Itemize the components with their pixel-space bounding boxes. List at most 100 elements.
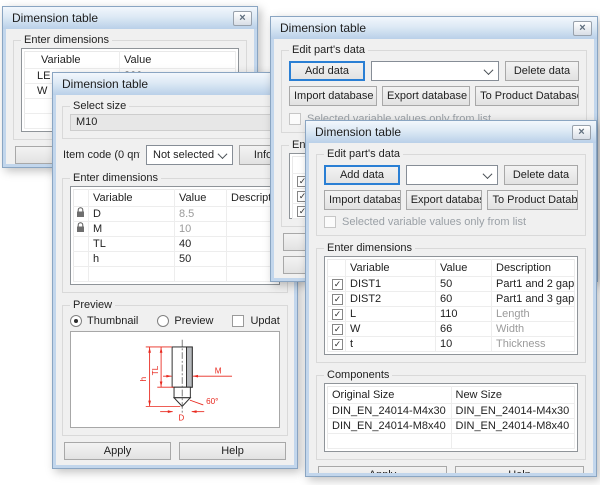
item-code-combobox[interactable]: Not selected <box>146 145 233 165</box>
cell-value: 110 <box>436 307 492 322</box>
check-icon: ✓ <box>334 295 342 304</box>
table-row[interactable]: ✓ t 10 Thickness <box>328 337 575 352</box>
window-title: Dimension table <box>62 77 273 91</box>
radio-dot <box>70 315 82 327</box>
export-database-button[interactable]: Export database <box>406 190 483 210</box>
preview-radio[interactable]: Preview <box>157 315 213 327</box>
checkbox[interactable]: ✓ <box>332 339 343 350</box>
radio-label: Thumbnail <box>87 315 138 327</box>
column-header: Original Size <box>328 387 452 404</box>
table-row[interactable]: DIN_EN_24014-M8x40 DIN_EN_24014-M8x40 <box>328 419 575 434</box>
help-button[interactable]: Help <box>179 442 286 460</box>
to-product-database-button[interactable]: To Product Database <box>487 190 578 210</box>
cell-value: 40 <box>175 237 227 252</box>
check-icon: ✓ <box>334 280 342 289</box>
dimensions-table: Variable Value Description D <box>70 186 280 285</box>
components-group: Components Original Size New Size DIN_EN… <box>316 369 586 460</box>
checkbox-box <box>232 315 244 327</box>
close-button[interactable]: × <box>572 125 591 140</box>
window-title: Dimension table <box>280 21 573 35</box>
close-button[interactable]: × <box>573 21 592 36</box>
cancel-button[interactable]: Cancel <box>179 465 286 468</box>
add-data-button[interactable]: Add data <box>289 61 365 81</box>
cell-variable: TL <box>89 237 175 252</box>
table-row[interactable]: ✓ L 110 Length <box>328 307 575 322</box>
dialog-dimension-table-2: Dimension table × Select size M10 Item c… <box>52 72 298 469</box>
titlebar[interactable]: Dimension table × <box>306 121 596 143</box>
radio-label: Preview <box>174 315 213 327</box>
table-row[interactable]: TL 40 <box>74 237 277 252</box>
window-title: Dimension table <box>315 125 572 139</box>
titlebar[interactable]: Dimension table × <box>53 73 297 95</box>
dim-label-h: h <box>139 377 148 382</box>
help-button[interactable]: Help <box>455 466 584 476</box>
preview-group: Preview Thumbnail Preview Update preview… <box>62 299 288 436</box>
group-label: Edit part's data <box>289 44 368 56</box>
import-database-button[interactable]: Import database <box>289 86 377 106</box>
ok-button[interactable]: OK <box>64 465 171 468</box>
cell-value: 50 <box>436 277 492 292</box>
checkbox[interactable]: ✓ <box>332 294 343 305</box>
table-row[interactable]: ✓ DIST2 60 Part1 and 3 gap <box>328 292 575 307</box>
cell-variable: L <box>346 307 436 322</box>
cell-new-size: DIN_EN_24014-M8x40 <box>451 419 575 434</box>
table-row[interactable]: M 10 <box>74 222 277 237</box>
cell-variable: D <box>89 207 175 222</box>
cell-variable: DIST1 <box>346 277 436 292</box>
select-size-group: Select size M10 <box>62 100 288 139</box>
export-database-button[interactable]: Export database <box>382 86 470 106</box>
checkbox-box <box>289 113 301 125</box>
screw-preview-drawing: h TL M D 60° <box>71 332 279 428</box>
cell-variable: W <box>346 322 436 337</box>
titlebar[interactable]: Dimension table × <box>271 17 597 39</box>
table-row[interactable]: DIN_EN_24014-M4x30 DIN_EN_24014-M4x30 <box>328 404 575 419</box>
selected-values-checkbox[interactable]: Selected variable values only from list <box>324 216 578 228</box>
dimensions-table: Variable Value Description ✓ DIST1 50 Pa… <box>324 256 578 355</box>
thumbnail-radio[interactable]: Thumbnail <box>70 315 138 327</box>
close-button[interactable]: × <box>233 11 252 26</box>
to-product-database-button[interactable]: To Product Database <box>475 86 579 106</box>
size-field[interactable]: M10 <box>70 114 280 131</box>
titlebar[interactable]: Dimension table × <box>3 7 257 29</box>
preview-canvas[interactable]: h TL M D 60° <box>70 331 280 428</box>
add-data-button[interactable]: Add data <box>324 165 400 185</box>
window-title: Dimension table <box>12 11 233 25</box>
chevron-down-icon <box>483 169 493 179</box>
check-icon: ✓ <box>334 340 342 349</box>
checkbox[interactable]: ✓ <box>332 324 343 335</box>
data-combobox[interactable] <box>371 61 499 81</box>
table-row[interactable]: h 50 <box>74 252 277 267</box>
delete-data-button[interactable]: Delete data <box>504 165 578 185</box>
update-preview-checkbox[interactable]: Update preview automatic <box>232 315 280 327</box>
checkbox[interactable]: ✓ <box>332 309 343 320</box>
chevron-down-icon <box>484 65 494 75</box>
table-row[interactable]: ✓ W 66 Width <box>328 322 575 337</box>
edit-parts-data-group: Edit part's data Add data Delete data Im… <box>316 148 586 236</box>
apply-button[interactable]: Apply <box>318 466 447 476</box>
close-icon: × <box>578 127 584 138</box>
apply-button[interactable]: Apply <box>64 442 171 460</box>
delete-data-button[interactable]: Delete data <box>505 61 579 81</box>
table-row[interactable]: ✓ DIST1 50 Part1 and 2 gap <box>328 277 575 292</box>
import-database-button[interactable]: Import database <box>324 190 401 210</box>
dialog-dimension-table-4: Dimension table × Edit part's data Add d… <box>305 120 597 477</box>
cell-variable: h <box>89 252 175 267</box>
cell-description: Part1 and 3 gap <box>492 292 575 307</box>
dim-label-d: D <box>178 413 184 422</box>
column-header: New Size <box>451 387 575 404</box>
group-label: Enter dimensions <box>324 242 415 254</box>
column-header: Description <box>227 190 277 207</box>
table-row[interactable]: D 8.5 <box>74 207 277 222</box>
enter-dimensions-group: Enter dimensions Variable Value Descript… <box>62 172 288 293</box>
dim-label-m: M <box>215 366 222 375</box>
data-combobox[interactable] <box>406 165 498 185</box>
cell-value: 60 <box>436 292 492 307</box>
screen: Dimension table × Enter dimensions Varia… <box>0 0 600 485</box>
cell-new-size: DIN_EN_24014-M4x30 <box>451 404 575 419</box>
checkbox[interactable]: ✓ <box>332 279 343 290</box>
cell-description: Part1 and 2 gap <box>492 277 575 292</box>
radio-dot <box>157 315 169 327</box>
cell-variable: M <box>89 222 175 237</box>
dim-label-tl: TL <box>151 365 160 375</box>
cell-value: 10 <box>436 337 492 352</box>
